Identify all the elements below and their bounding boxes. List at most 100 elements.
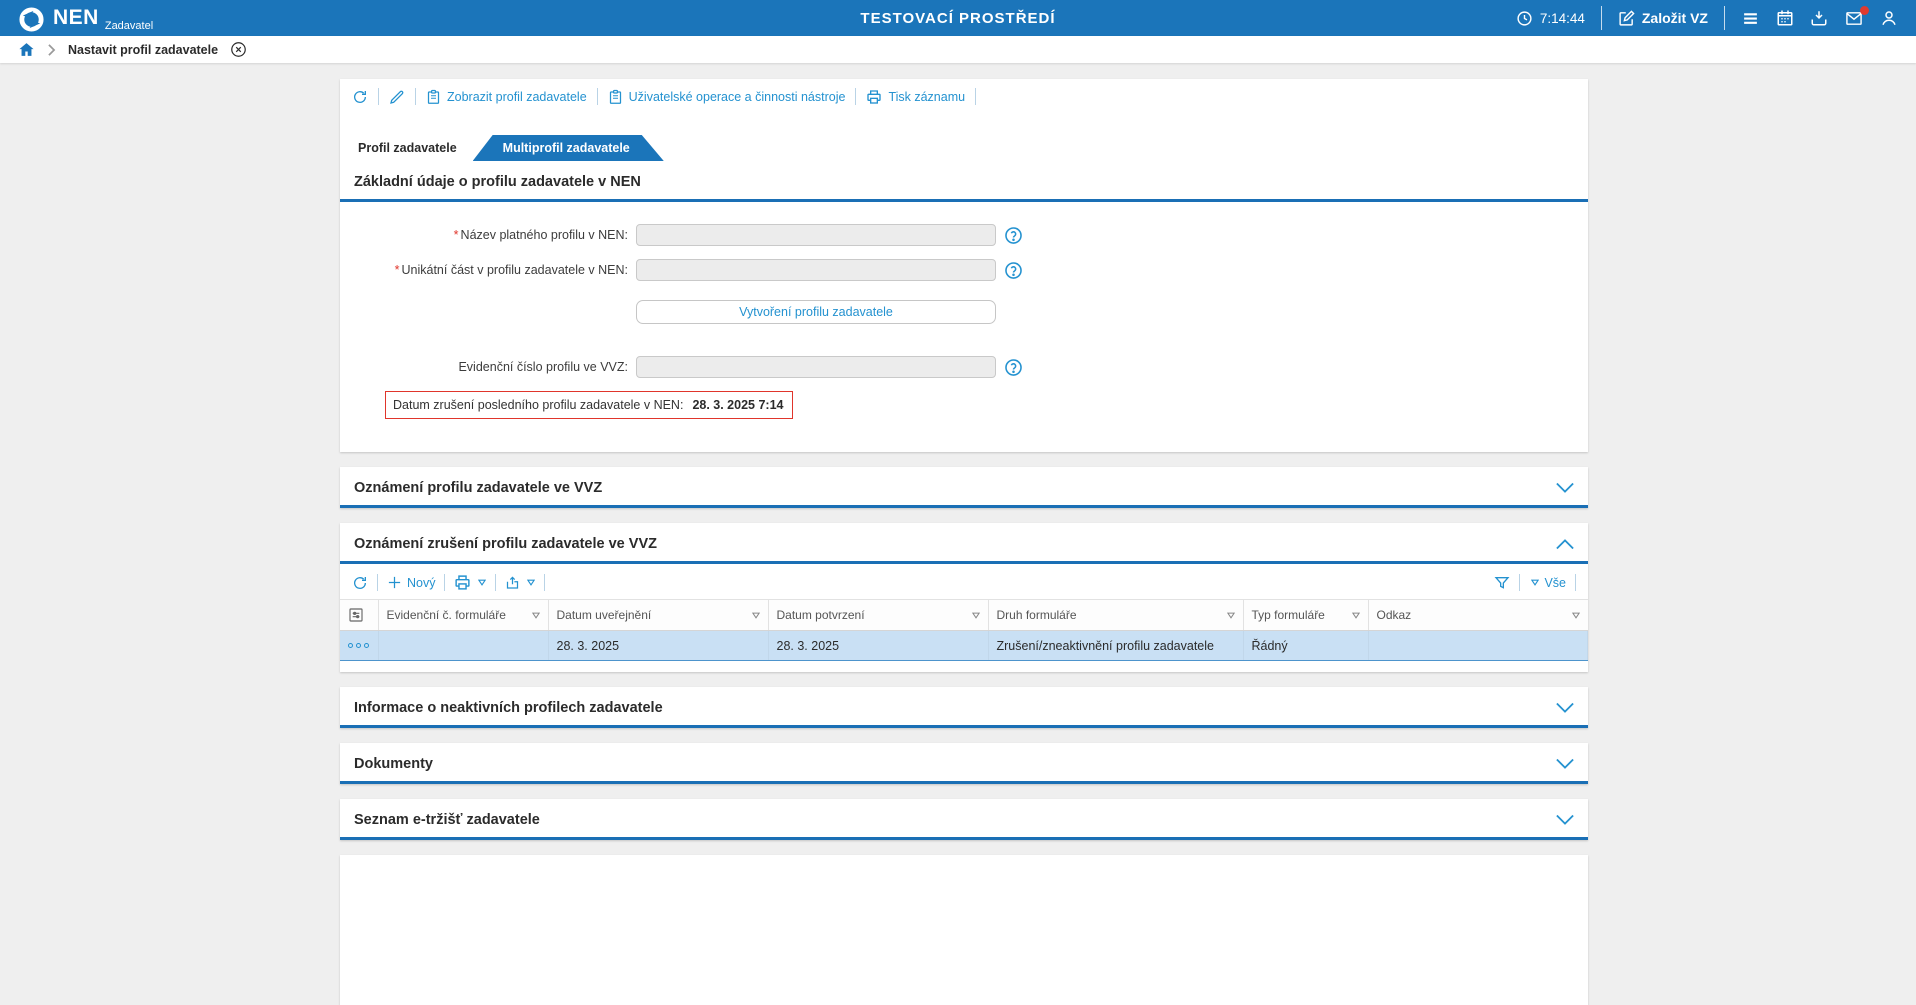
row-menu-cell[interactable] — [340, 630, 379, 661]
header-evidencni-c-formulare[interactable]: Evidenční č. formuláře — [378, 599, 549, 631]
row-menu-icon[interactable] — [348, 643, 370, 648]
chevron-down-icon[interactable] — [1556, 814, 1574, 826]
toolbar-divider — [596, 88, 598, 105]
chevron-up-icon[interactable] — [1556, 538, 1574, 550]
field-row-evidencni: Evidenční číslo profilu ve VVZ: — [340, 356, 1588, 378]
toolbar-divider — [1519, 574, 1521, 591]
basic-section-title: Základní údaje o profilu zadavatele v NE… — [354, 174, 641, 190]
chevron-down-icon[interactable] — [1556, 702, 1574, 714]
toolbar-divider — [1575, 574, 1576, 591]
session-time: 7:14:44 — [1516, 10, 1585, 27]
column-settings-icon — [349, 608, 363, 622]
refresh-icon — [354, 90, 366, 103]
print-record-label: Tisk záznamu — [888, 89, 966, 104]
menu-button[interactable] — [1741, 10, 1760, 27]
filter-triangle-icon[interactable] — [1226, 612, 1235, 619]
nazev-input[interactable] — [636, 224, 996, 246]
home-icon[interactable] — [18, 41, 35, 58]
grid-toolbar: Nový Vše — [340, 564, 1588, 599]
cancel-date-value: 28. 3. 2025 7:14 — [692, 398, 784, 412]
downloads-button[interactable] — [1810, 9, 1828, 27]
breadcrumb-item[interactable]: Nastavit profil zadavatele — [68, 43, 218, 57]
create-profile-button[interactable]: Vytvoření profilu zadavatele — [636, 300, 996, 324]
person-icon — [1882, 11, 1896, 26]
header-datum-uverejneni[interactable]: Datum uveřejnění — [548, 599, 769, 631]
nen-logo-icon — [19, 7, 44, 32]
cancel-date-label: Datum zrušení posledního profilu zadavat… — [393, 398, 684, 412]
unikatni-label: * Unikátní část v profilu zadavatele v NE… — [394, 263, 628, 277]
grid-refresh-button[interactable] — [352, 575, 368, 591]
cell-typ-formulare: Řádný — [1243, 630, 1369, 661]
emarkets-header[interactable]: Seznam e-tržišť zadavatele — [340, 799, 1588, 840]
header-typ-formulare[interactable]: Typ formuláře — [1243, 599, 1369, 631]
close-tab-icon[interactable] — [230, 41, 247, 58]
create-tender-button[interactable]: Založit VZ — [1618, 9, 1708, 27]
refresh-button[interactable] — [352, 89, 368, 105]
grid-filter-button[interactable] — [1494, 575, 1510, 591]
chevron-right-icon — [48, 43, 56, 56]
header-datum-potvrzeni[interactable]: Datum potvrzení — [768, 599, 989, 631]
documents-header[interactable]: Dokumenty — [340, 743, 1588, 784]
messages-button[interactable] — [1844, 5, 1869, 27]
pencil-icon — [390, 90, 404, 104]
create-profile-row: Vytvoření profilu zadavatele — [340, 294, 1588, 343]
printer-icon — [455, 575, 471, 590]
inactive-profiles-header[interactable]: Informace o neaktivních profilech zadava… — [340, 687, 1588, 728]
empty-content-panel — [340, 855, 1588, 1005]
column-chooser-header[interactable] — [340, 599, 379, 631]
clipboard-icon — [427, 89, 440, 104]
grid-export-button[interactable] — [505, 575, 536, 591]
filter-triangle-icon[interactable] — [751, 612, 760, 619]
grid-new-label: Nový — [407, 575, 436, 590]
profile-tabs: Profil zadavatele Multiprofil zadavatele — [340, 133, 1588, 161]
grid-new-button[interactable]: Nový — [387, 575, 435, 590]
filter-triangle-icon[interactable] — [971, 612, 980, 619]
vvz-notice-header[interactable]: Oznámení profilu zadavatele ve VVZ — [340, 467, 1588, 508]
toolbar-divider — [415, 88, 416, 105]
topbar-divider — [1600, 6, 1602, 30]
download-tray-icon — [1811, 11, 1827, 26]
evidencni-input[interactable] — [636, 356, 996, 378]
chevron-down-icon[interactable] — [1556, 758, 1574, 770]
header-druh-formulare[interactable]: Druh formuláře — [988, 599, 1244, 631]
toolbar-divider — [544, 574, 546, 591]
top-bar: NEN Zadavatel TESTOVACÍ PROSTŘEDÍ 7:14:4… — [0, 0, 1916, 36]
edit-record-button[interactable] — [389, 89, 405, 105]
filter-triangle-icon[interactable] — [1571, 612, 1580, 619]
header-odkaz[interactable]: Odkaz — [1368, 599, 1588, 631]
filter-triangle-icon[interactable] — [531, 612, 540, 619]
help-icon[interactable] — [1004, 358, 1023, 377]
toolbar-divider — [855, 88, 857, 105]
user-operations-label: Uživatelské operace a činnosti nástroje — [628, 89, 846, 104]
user-operations-button[interactable]: Uživatelské operace a činnosti nástroje — [608, 89, 846, 105]
cell-druh-formulare: Zrušení/zneaktivnění profilu zadavatele — [988, 630, 1244, 661]
vvz-cancel-notice-title: Oznámení zrušení profilu zadavatele ve V… — [354, 536, 657, 552]
toolbar-divider — [444, 574, 446, 591]
calendar-button[interactable] — [1776, 9, 1794, 27]
tab-profil-zadavatele[interactable]: Profil zadavatele — [352, 135, 473, 161]
required-mark: * — [394, 263, 400, 277]
print-record-button[interactable]: Tisk záznamu — [866, 89, 965, 105]
tab-multiprofil-zadavatele[interactable]: Multiprofil zadavatele — [473, 135, 664, 161]
logo-subtitle: Zadavatel — [104, 20, 154, 32]
grid-filter-all-button[interactable]: Vše — [1529, 576, 1566, 590]
table-row[interactable]: 28. 3. 2025 28. 3. 2025 Zrušení/zneaktiv… — [340, 630, 1588, 661]
user-profile-button[interactable] — [1880, 9, 1898, 27]
clipboard-icon — [609, 89, 621, 104]
session-time-value: 7:14:44 — [1539, 10, 1585, 26]
chevron-down-icon[interactable] — [1556, 482, 1574, 494]
table-bottom-padding — [340, 661, 1588, 672]
view-profile-button[interactable]: Zobrazit profil zadavatele — [426, 89, 587, 105]
cell-evidencni-c-formulare — [378, 630, 549, 661]
vvz-cancel-notice-header[interactable]: Oznámení zrušení profilu zadavatele ve V… — [340, 523, 1588, 564]
export-icon — [507, 575, 519, 589]
breadcrumb: Nastavit profil zadavatele — [0, 36, 1916, 63]
filter-triangle-icon[interactable] — [1351, 612, 1360, 619]
help-icon[interactable] — [1004, 261, 1023, 280]
help-icon[interactable] — [1004, 226, 1023, 245]
grid-print-button[interactable] — [454, 574, 487, 591]
nen-logo[interactable]: NEN Zadavatel — [18, 3, 153, 33]
nazev-label: * Název platného profilu v NEN: — [453, 228, 628, 242]
unikatni-input[interactable] — [636, 259, 996, 281]
profile-panel: Zobrazit profil zadavatele Uživatelské o… — [340, 79, 1588, 452]
